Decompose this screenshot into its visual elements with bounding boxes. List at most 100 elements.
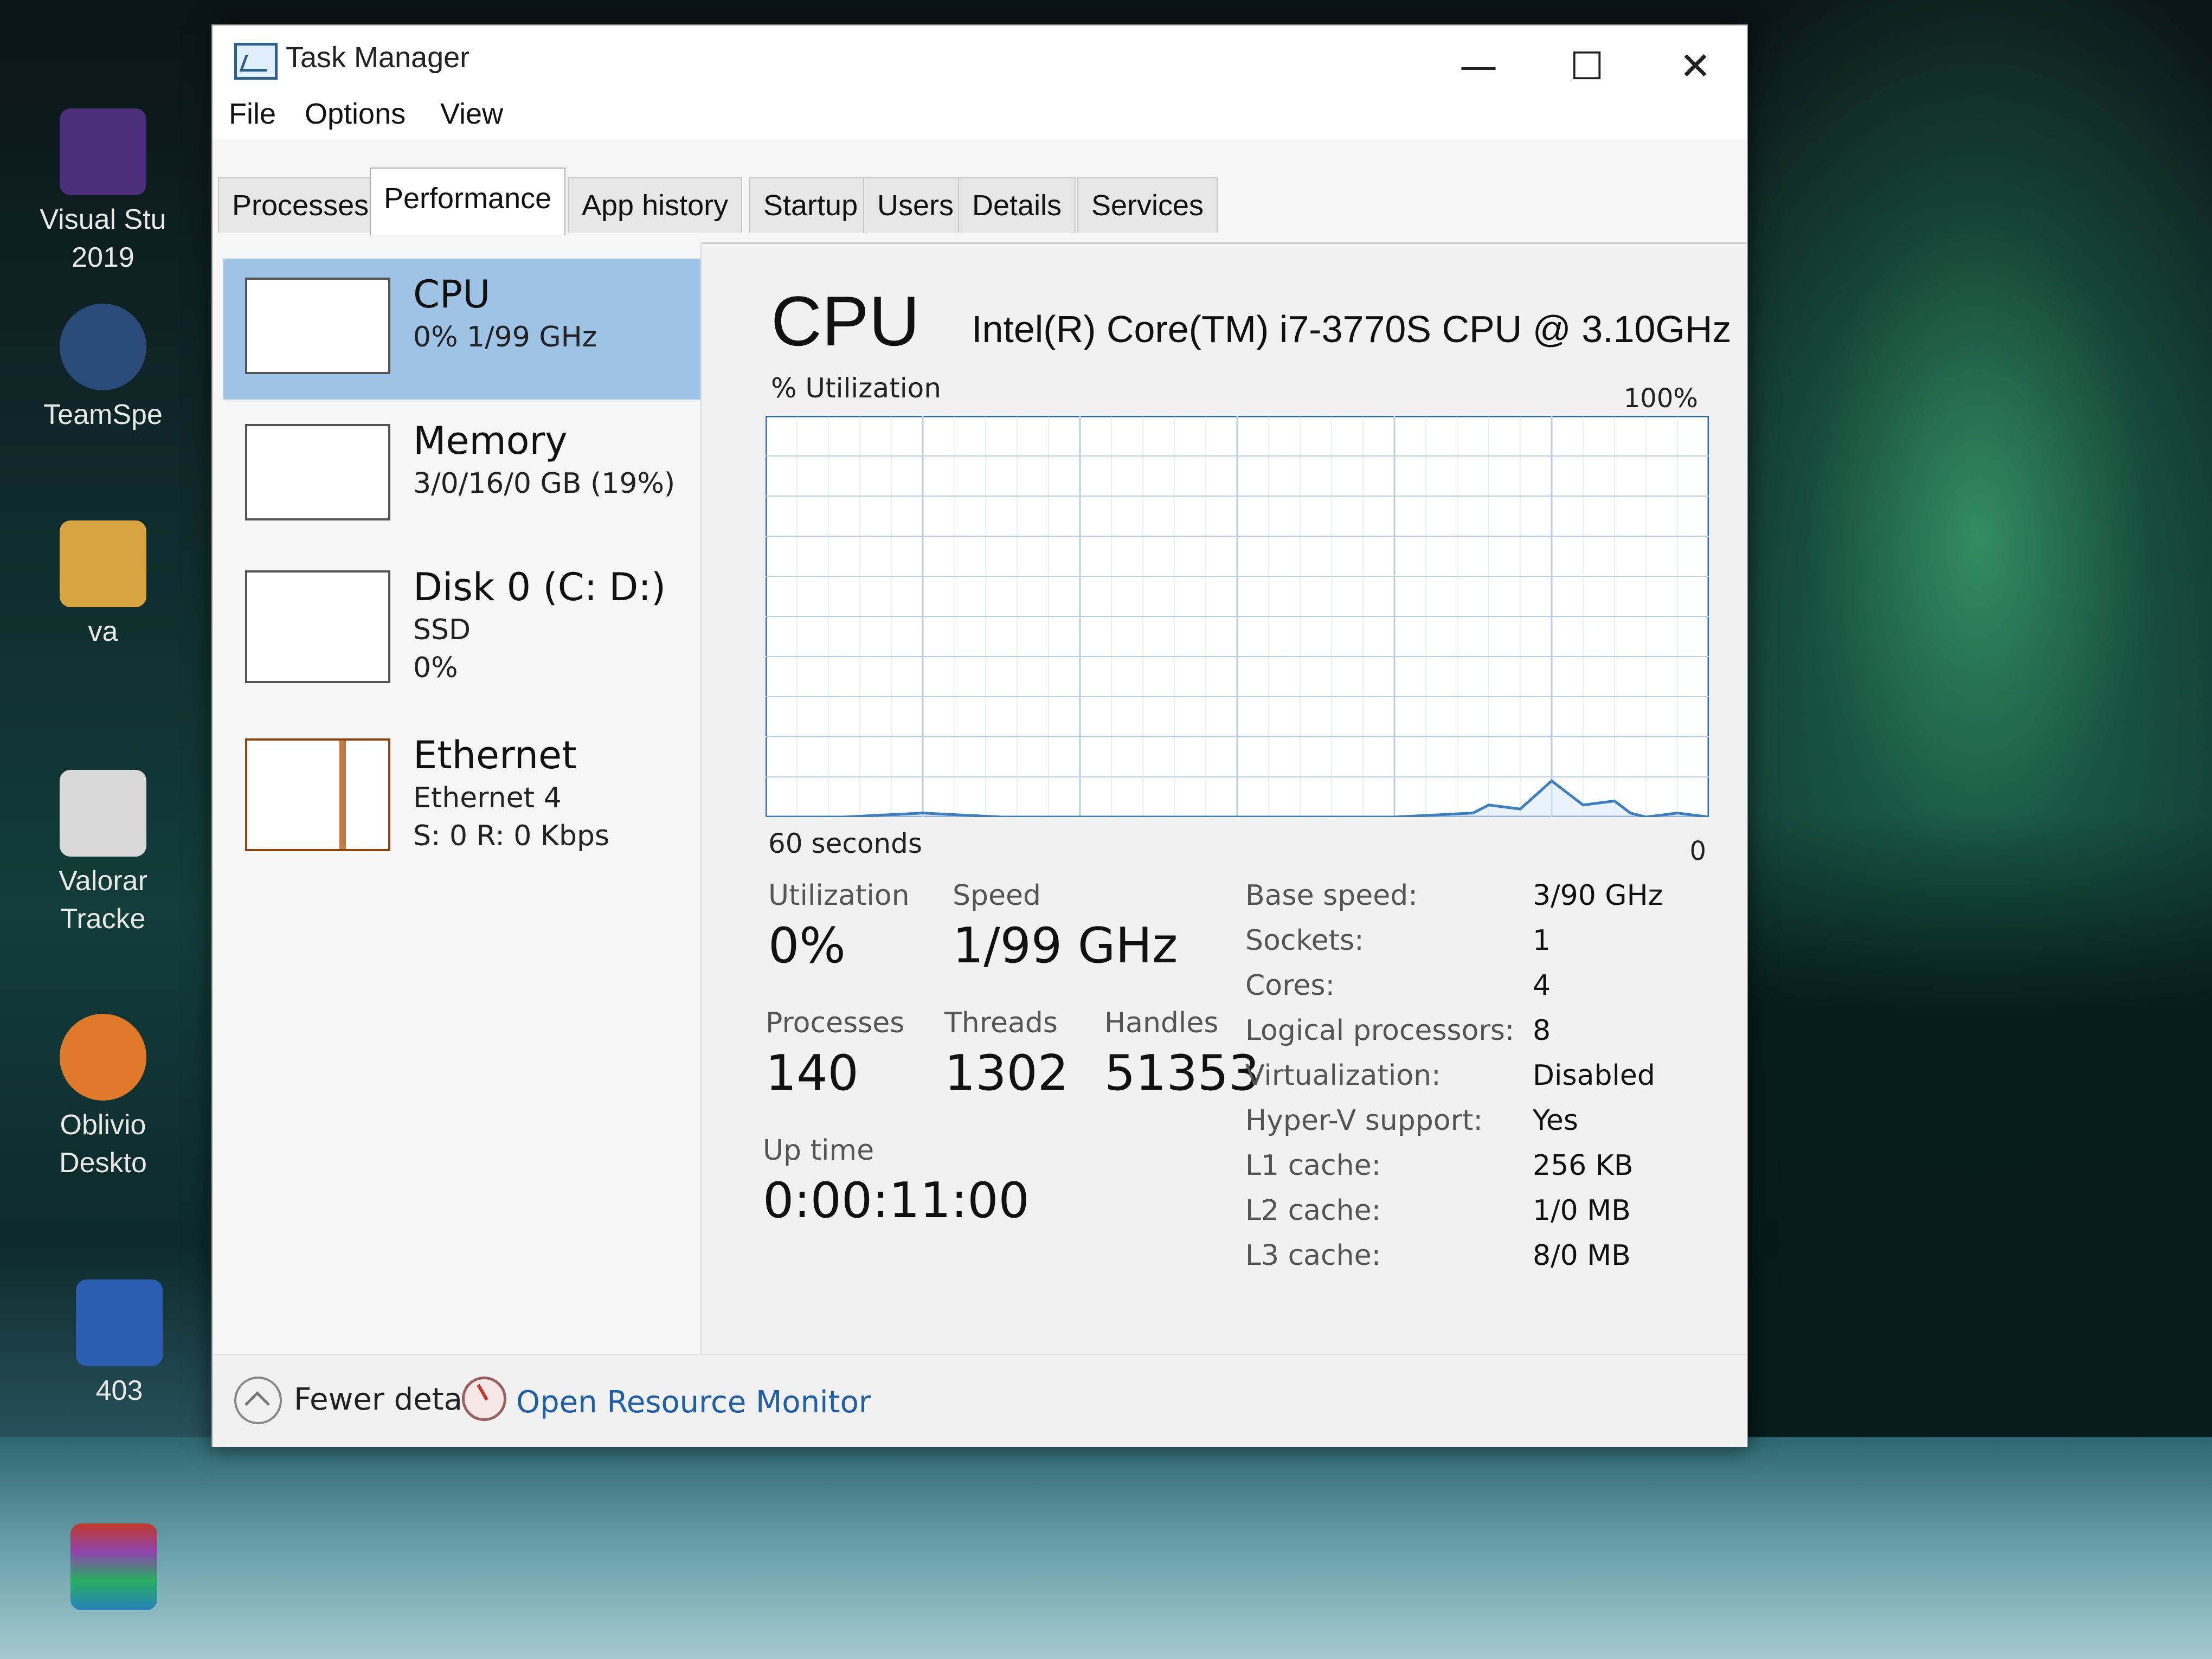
page-title: CPU	[771, 281, 920, 361]
desktop-icon-403[interactable]: 403	[38, 1279, 201, 1410]
wallpaper-snow	[0, 1437, 2212, 1659]
resource-list: CPU 0% 1/99 GHz Memory 3/0/16/0 GB (19%)…	[213, 242, 702, 1354]
menu-file[interactable]: File	[229, 97, 276, 131]
desktop-icon-teamspeak[interactable]: TeamSpe	[22, 304, 184, 434]
desktop-icon-label: Valorar Tracke	[59, 865, 147, 935]
resource-monitor-icon	[462, 1377, 506, 1421]
tab-users[interactable]: Users	[863, 177, 968, 233]
time-span-label: 60 seconds	[768, 828, 922, 859]
title-bar[interactable]: Task Manager — ☐ ✕	[213, 25, 1747, 91]
utilization-value: 0%	[768, 917, 846, 974]
footer-bar: Fewer details Open Resource Monitor	[213, 1354, 1747, 1447]
tab-startup[interactable]: Startup	[749, 177, 872, 233]
spec-value: Disabled	[1533, 1059, 1655, 1092]
spec-label: L2 cache:	[1245, 1194, 1381, 1227]
utilization-max-label: 100%	[1623, 383, 1698, 414]
wallpaper-trees	[1735, 813, 2212, 1464]
resource-disk[interactable]: Disk 0 (C: D:) SSD 0%	[223, 551, 700, 714]
uptime-value: 0:00:11:00	[763, 1172, 1030, 1229]
resource-memory[interactable]: Memory 3/0/16/0 GB (19%)	[223, 405, 700, 546]
cpu-utilization-graph	[766, 416, 1709, 817]
menu-bar: File Options View	[213, 91, 1747, 139]
utilization-min-label: 0	[1689, 836, 1706, 866]
uptime-label: Up time	[763, 1134, 874, 1167]
spec-label: Logical processors:	[1245, 1014, 1515, 1047]
spec-label: Sockets:	[1245, 924, 1364, 957]
spec-value: 8	[1533, 1014, 1551, 1047]
tab-performance[interactable]: Performance	[370, 168, 566, 235]
threads-value: 1302	[944, 1045, 1069, 1102]
threads-label: Threads	[944, 1007, 1058, 1039]
memory-thumbnail-graph	[245, 424, 390, 520]
spec-label: L3 cache:	[1245, 1239, 1381, 1272]
cpu-model: Intel(R) Core(TM) i7-3770S CPU @ 3.10GHz	[972, 308, 1732, 350]
folder-icon	[60, 520, 146, 607]
spec-value: 3/90 GHz	[1533, 879, 1663, 912]
tab-services[interactable]: Services	[1077, 177, 1218, 233]
desktop-icon-label: TeamSpe	[43, 399, 163, 430]
speed-label: Speed	[953, 879, 1041, 912]
handles-label: Handles	[1104, 1007, 1219, 1039]
ethernet-thumbnail-graph	[245, 738, 390, 851]
valorant-tracker-icon	[60, 770, 146, 857]
tab-processes[interactable]: Processes	[218, 177, 383, 233]
desktop-icon-folder[interactable]: va	[22, 520, 184, 651]
visual-studio-icon	[60, 108, 146, 195]
resource-detail: 0%	[413, 652, 458, 684]
spec-value: 4	[1533, 969, 1551, 1002]
desktop-icon-oblivion[interactable]: Oblivio Deskto	[22, 1014, 184, 1182]
window-title: Task Manager	[286, 41, 470, 74]
minimize-button[interactable]: —	[1449, 42, 1508, 91]
spec-value: 1	[1533, 924, 1551, 957]
tab-details[interactable]: Details	[958, 177, 1076, 233]
close-button[interactable]: ✕	[1666, 42, 1725, 91]
resource-name: Ethernet	[413, 733, 577, 777]
processes-value: 140	[766, 1045, 859, 1102]
resource-detail: 0% 1/99 GHz	[413, 321, 597, 353]
spec-label: Virtualization:	[1245, 1059, 1441, 1092]
spec-label: Hyper-V support:	[1245, 1104, 1483, 1137]
winrar-icon	[70, 1523, 157, 1610]
cpu-thumbnail-graph	[245, 278, 390, 374]
teamspeak-icon	[60, 304, 146, 390]
resource-detail: Ethernet 4	[413, 782, 562, 814]
spec-value: Yes	[1533, 1104, 1578, 1137]
menu-options[interactable]: Options	[305, 97, 406, 131]
spec-value: 8/0 MB	[1533, 1239, 1631, 1272]
cpu-utilization-chart	[766, 416, 1709, 817]
resource-name: Memory	[413, 419, 568, 463]
menu-view[interactable]: View	[440, 97, 503, 131]
resource-detail: 3/0/16/0 GB (19%)	[413, 467, 676, 500]
desktop-icon-visual-studio[interactable]: Visual Stu 2019	[22, 108, 184, 276]
desktop-icon-label: Oblivio Deskto	[59, 1109, 147, 1179]
resource-ethernet[interactable]: Ethernet Ethernet 4 S: 0 R: 0 Kbps	[223, 719, 700, 882]
app-403-icon	[76, 1279, 163, 1366]
spec-value: 256 KB	[1533, 1149, 1634, 1182]
processes-label: Processes	[766, 1007, 905, 1039]
cpu-detail-pane: CPU Intel(R) Core(TM) i7-3770S CPU @ 3.1…	[717, 242, 1747, 1354]
utilization-label: Utilization	[768, 879, 910, 912]
tab-app-history[interactable]: App history	[568, 177, 743, 233]
tab-bar: Processes Performance App history Startu…	[213, 139, 1747, 244]
task-manager-window: Task Manager — ☐ ✕ File Options View Pro…	[211, 24, 1748, 1447]
resource-name: CPU	[413, 272, 491, 317]
resource-detail: S: 0 R: 0 Kbps	[413, 820, 610, 852]
handles-value: 51353	[1104, 1045, 1260, 1102]
desktop-icon-label: Visual Stu 2019	[40, 204, 166, 273]
oblivion-icon	[60, 1014, 146, 1101]
spec-value: 1/0 MB	[1533, 1194, 1631, 1227]
desktop-icon-winrar[interactable]	[33, 1523, 195, 1616]
desktop-icon-label: 403	[95, 1375, 143, 1406]
disk-thumbnail-graph	[245, 570, 390, 683]
speed-value: 1/99 GHz	[953, 917, 1178, 974]
maximize-button[interactable]: ☐	[1557, 42, 1617, 91]
resource-name: Disk 0 (C: D:)	[413, 565, 666, 609]
open-resource-monitor-link[interactable]: Open Resource Monitor	[516, 1385, 871, 1420]
task-manager-icon	[234, 43, 278, 80]
spec-label: Base speed:	[1245, 879, 1418, 912]
desktop-icon-label: va	[88, 616, 118, 647]
desktop-icon-valorant-tracker[interactable]: Valorar Tracke	[22, 770, 184, 938]
chevron-up-icon[interactable]	[234, 1377, 282, 1424]
resource-cpu[interactable]: CPU 0% 1/99 GHz	[223, 259, 700, 400]
utilization-axis-label: % Utilization	[771, 372, 941, 404]
